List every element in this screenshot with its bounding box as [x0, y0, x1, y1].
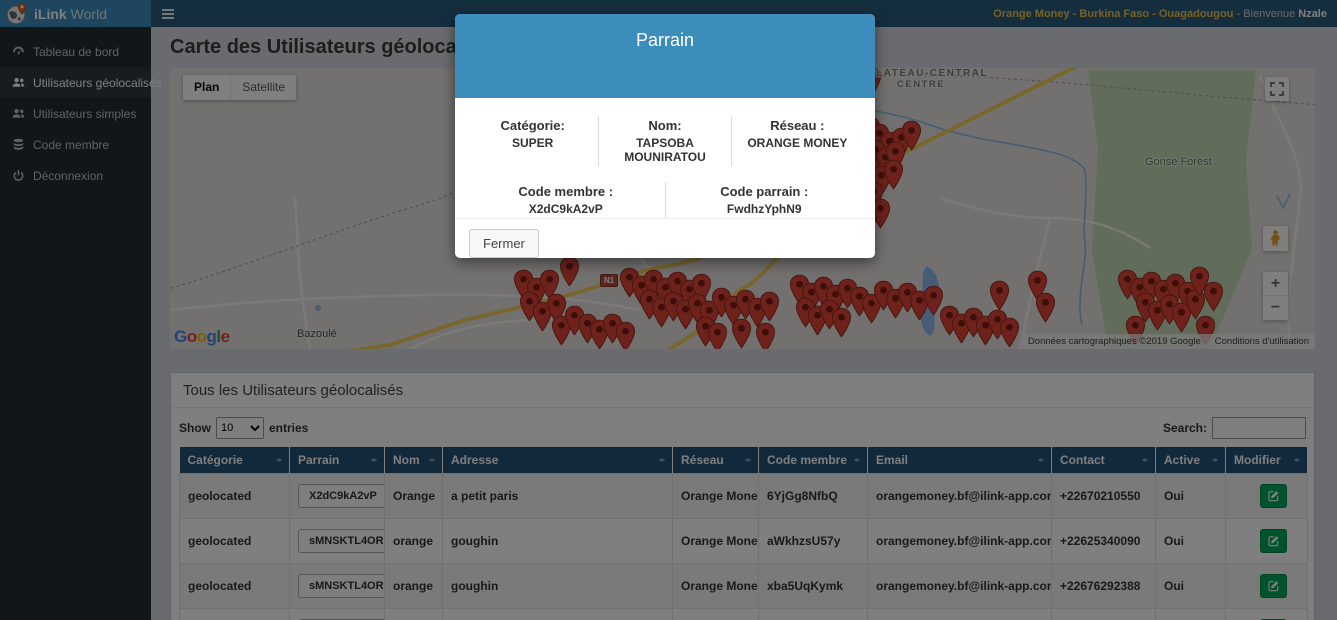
fermer-button[interactable]: Fermer: [469, 229, 539, 258]
modal-field-code-parrain: Code parrain :FwdhzYphN9: [666, 182, 864, 218]
app-root: iLinkWorld Orange Money - Burkina Faso -…: [0, 0, 1337, 620]
modal-title: Parrain: [455, 14, 875, 98]
modal-field-categorie: Catégorie:SUPER: [467, 116, 599, 166]
parrain-modal: Parrain Catégorie:SUPERNom:TAPSOBA MOUNI…: [455, 14, 875, 258]
modal-field-reseau: Réseau :ORANGE MONEY: [732, 116, 863, 166]
modal-field-nom: Nom:TAPSOBA MOUNIRATOU: [599, 116, 731, 166]
modal-field-code-membre: Code membre :X2dC9kA2vP: [467, 182, 666, 218]
